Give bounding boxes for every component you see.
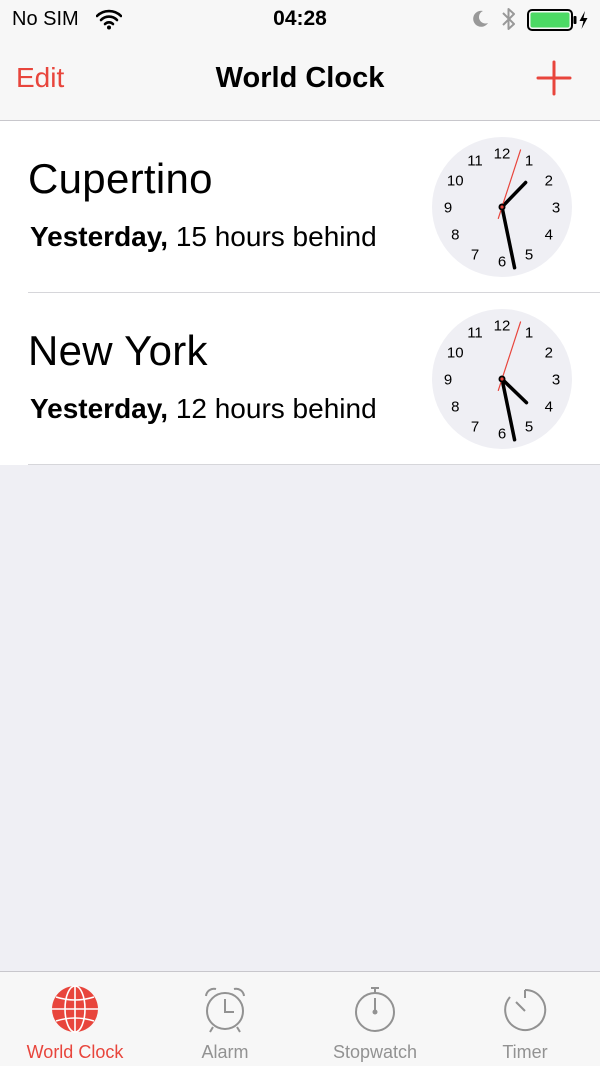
dial-number: 11 — [467, 153, 483, 170]
dial-number: 6 — [498, 254, 506, 271]
alarm-clock-icon — [205, 987, 245, 1033]
dial-number: 2 — [545, 173, 553, 190]
dial-number: 4 — [545, 227, 553, 244]
dial-number: 3 — [552, 372, 560, 389]
dial-number: 1 — [525, 325, 533, 342]
tab-timer[interactable]: Timer — [450, 972, 600, 1066]
day-label: Yesterday, — [30, 221, 169, 252]
page-title: World Clock — [215, 62, 385, 94]
battery-icon — [527, 9, 588, 31]
dial-number: 11 — [467, 325, 483, 342]
dial-number: 2 — [545, 345, 553, 362]
dial-number: 6 — [498, 426, 506, 443]
plus-icon[interactable] — [534, 58, 574, 98]
tab-label: World Clock — [26, 1042, 124, 1062]
dial-number: 8 — [451, 399, 459, 416]
dial-number: 9 — [444, 372, 452, 389]
tab-bar: World Clock Alarm Stopwatch Timer — [0, 971, 600, 1066]
bluetooth-icon — [502, 8, 515, 30]
dial-number: 8 — [451, 227, 459, 244]
tab-label: Alarm — [201, 1042, 249, 1062]
city-name: New York — [28, 327, 208, 374]
dial-number: 7 — [471, 246, 479, 263]
tab-alarm[interactable]: Alarm — [150, 972, 300, 1066]
dial-number: 10 — [447, 345, 464, 362]
clock-center-pin — [500, 377, 504, 381]
dial-number: 5 — [525, 246, 533, 263]
day-label: Yesterday, — [30, 393, 169, 424]
offset-label: 12 hours behind — [175, 393, 377, 424]
dial-number: 7 — [471, 418, 479, 435]
time-offset: Yesterday, 12 hours behind — [30, 393, 377, 425]
row-divider — [28, 464, 600, 465]
tab-label: Timer — [502, 1042, 548, 1062]
clock-row-new-york[interactable]: New York Yesterday, 12 hours behind 12 1 2… — [0, 293, 600, 465]
moon-icon — [473, 10, 488, 27]
clock-center-pin — [500, 205, 504, 209]
dial-number: 4 — [545, 399, 553, 416]
status-bar: No SIM 04:28 — [0, 0, 600, 40]
navigation-bar: Edit World Clock — [0, 40, 600, 121]
tab-label: Stopwatch — [332, 1042, 418, 1062]
city-name: Cupertino — [28, 155, 213, 202]
timer-icon — [504, 988, 547, 1031]
stopwatch-icon — [355, 987, 395, 1032]
dial-number: 12 — [494, 318, 511, 335]
tab-stopwatch[interactable]: Stopwatch — [300, 972, 450, 1066]
tab-world-clock[interactable]: World Clock — [0, 972, 150, 1066]
analog-clock-icon: 12 12 3 45 6 78 9 1011 — [432, 137, 572, 277]
dial-number: 10 — [447, 173, 464, 190]
offset-label: 15 hours behind — [175, 221, 377, 252]
clock-row-cupertino[interactable]: Cupertino Yesterday, 15 hours behind 12 1… — [0, 121, 600, 293]
dial-number: 12 — [494, 146, 511, 163]
dial-number: 9 — [444, 200, 452, 217]
dial-number: 5 — [525, 418, 533, 435]
analog-clock-icon: 12 12 3 45 6 78 9 1011 — [432, 309, 572, 449]
globe-icon — [52, 985, 98, 1033]
dial-number: 1 — [525, 153, 533, 170]
time-offset: Yesterday, 15 hours behind — [30, 221, 377, 253]
dial-number: 3 — [552, 200, 560, 217]
clock-list: Cupertino Yesterday, 15 hours behind 12 1… — [0, 121, 600, 465]
